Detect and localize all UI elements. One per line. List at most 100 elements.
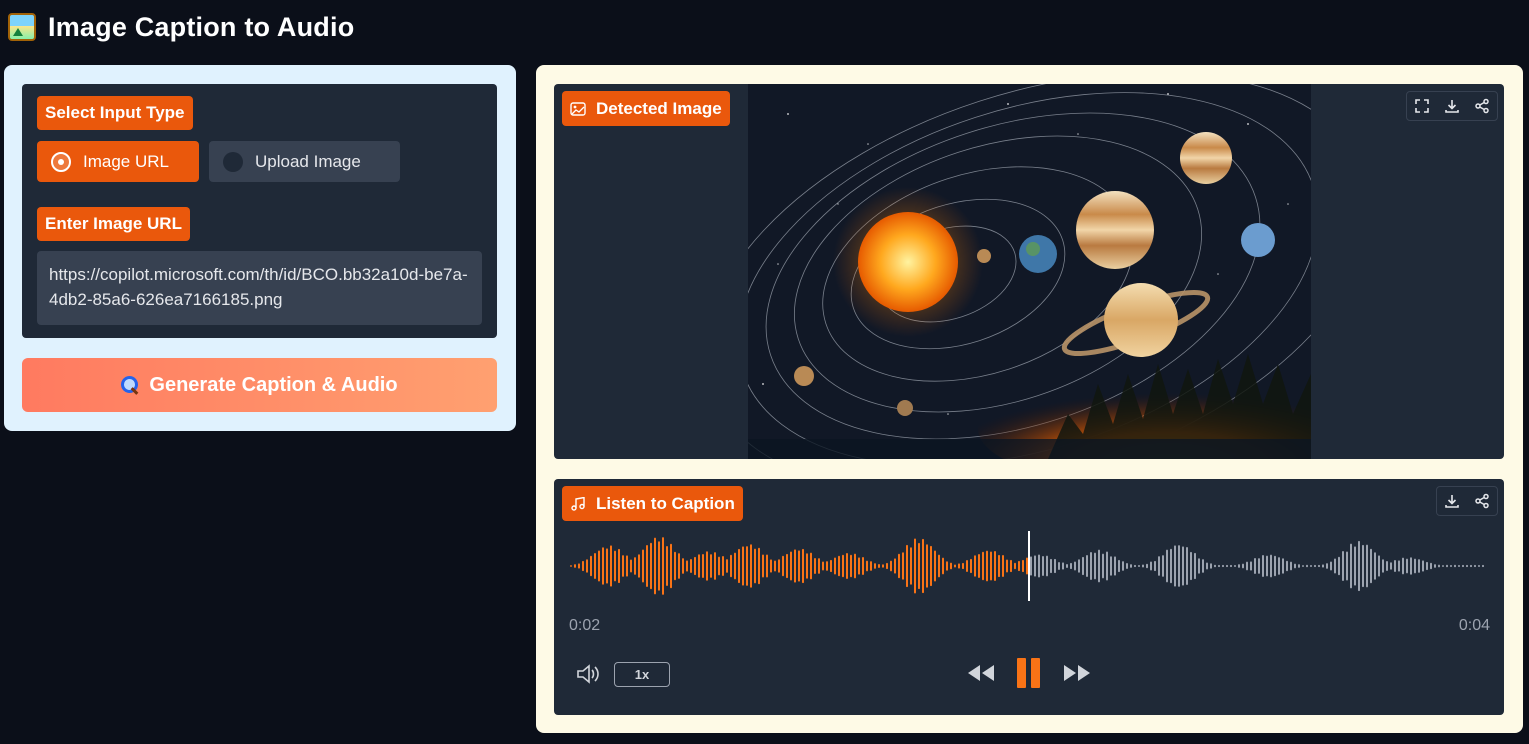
- waveform-bar: [662, 537, 664, 595]
- waveform-bar: [1446, 564, 1448, 568]
- waveform-bar: [954, 564, 956, 568]
- waveform-bar: [1478, 564, 1480, 568]
- waveform-bar: [1150, 561, 1152, 571]
- waveform-bar: [1210, 563, 1212, 569]
- waveform-bar: [610, 545, 612, 587]
- waveform-bar: [1050, 558, 1052, 574]
- waveform-bar: [930, 545, 932, 587]
- waveform-bar: [1270, 554, 1272, 578]
- waveform-bar: [714, 552, 716, 580]
- waveform-bar: [786, 553, 788, 579]
- radio-upload-image[interactable]: Upload Image: [209, 141, 400, 182]
- waveform-bar: [702, 554, 704, 578]
- waveform-bar: [1010, 559, 1012, 573]
- waveform-bar: [726, 559, 728, 573]
- waveform-bar: [1018, 560, 1020, 572]
- waveform-bar: [838, 555, 840, 577]
- fast-forward-icon[interactable]: [1062, 661, 1092, 690]
- waveform-bar: [1306, 564, 1308, 568]
- waveform-bar: [742, 546, 744, 586]
- waveform-bar: [1438, 564, 1440, 568]
- waveform-bar: [586, 559, 588, 573]
- waveform-bar: [1202, 559, 1204, 573]
- waveform-bar: [682, 558, 684, 574]
- waveform-bar: [1046, 555, 1048, 577]
- waveform-bar: [1330, 561, 1332, 571]
- waveform-bar: [962, 562, 964, 570]
- waveform-bar: [1274, 555, 1276, 577]
- waveform-bar: [802, 548, 804, 584]
- generate-caption-audio-button[interactable]: Generate Caption & Audio: [22, 358, 497, 412]
- waveform-bar: [1146, 563, 1148, 569]
- waveform-bar: [902, 552, 904, 580]
- playback-speed-button[interactable]: 1x: [614, 662, 670, 687]
- waveform-bar: [1134, 564, 1136, 568]
- waveform-bar: [666, 546, 668, 586]
- audio-waveform[interactable]: [568, 531, 1488, 601]
- waveform-bar: [810, 552, 812, 580]
- waveform-bar: [766, 554, 768, 578]
- pause-icon[interactable]: [1016, 657, 1042, 694]
- waveform-bar: [1178, 545, 1180, 587]
- waveform-bar: [678, 553, 680, 579]
- waveform-bar: [1234, 564, 1236, 568]
- waveform-bar: [762, 554, 764, 578]
- waveform-bar: [1226, 564, 1228, 568]
- waveform-bar: [1014, 562, 1016, 570]
- waveform-bar: [1198, 558, 1200, 574]
- waveform-bar: [738, 548, 740, 584]
- share-icon[interactable]: [1467, 92, 1497, 120]
- detected-image-label: Detected Image: [562, 91, 730, 126]
- waveform-bar: [1194, 552, 1196, 580]
- waveform-bar: [1022, 559, 1024, 573]
- waveform-bar: [986, 550, 988, 582]
- waveform-bar: [1386, 561, 1388, 571]
- waveform-bar: [1470, 564, 1472, 568]
- waveform-bar: [582, 560, 584, 572]
- waveform-bar: [942, 557, 944, 575]
- waveform-bar: [1182, 546, 1184, 586]
- waveform-bar: [778, 559, 780, 573]
- waveform-bar: [998, 554, 1000, 578]
- rewind-icon[interactable]: [966, 661, 996, 690]
- download-icon[interactable]: [1437, 92, 1467, 120]
- waveform-bar: [1086, 555, 1088, 577]
- audio-player-card: Listen to Caption 0:02 0:04 1x: [554, 479, 1504, 715]
- image-url-input[interactable]: https://copilot.microsoft.com/th/id/BCO.…: [37, 251, 482, 325]
- waveform-bar: [674, 551, 676, 581]
- share-icon[interactable]: [1467, 487, 1497, 515]
- waveform-bar: [1142, 564, 1144, 568]
- waveform-bar: [642, 549, 644, 583]
- audio-toolbar: [1436, 486, 1498, 516]
- radio-image-url[interactable]: Image URL: [37, 141, 199, 182]
- waveform-bar: [1282, 558, 1284, 574]
- listen-caption-label: Listen to Caption: [562, 486, 743, 521]
- waveform-bar: [1066, 564, 1068, 568]
- download-icon[interactable]: [1437, 487, 1467, 515]
- waveform-bar: [898, 553, 900, 579]
- detected-image-title: Detected Image: [596, 98, 722, 118]
- waveform-bar: [718, 556, 720, 576]
- waveform-bar: [1206, 562, 1208, 570]
- waveform-bar: [654, 537, 656, 595]
- waveform-bar: [970, 558, 972, 574]
- waveform-bar: [890, 560, 892, 572]
- waveform-bar: [1362, 544, 1364, 588]
- waveform-bar: [1346, 551, 1348, 581]
- radio-selected-icon: [51, 151, 71, 172]
- volume-icon[interactable]: [576, 663, 602, 690]
- waveform-bar: [1430, 562, 1432, 570]
- waveform-bar: [1318, 564, 1320, 568]
- waveform-bar: [1062, 562, 1064, 570]
- waveform-bar: [1338, 556, 1340, 576]
- waveform-bar: [734, 552, 736, 580]
- waveform-bar: [874, 563, 876, 569]
- waveform-bar: [650, 542, 652, 590]
- fullscreen-icon[interactable]: [1407, 92, 1437, 120]
- waveform-bar: [1294, 563, 1296, 569]
- playhead-cursor[interactable]: [1028, 531, 1030, 601]
- waveform-bar: [950, 562, 952, 570]
- waveform-bar: [1382, 559, 1384, 573]
- waveform-bar: [1222, 564, 1224, 568]
- waveform-bar: [830, 559, 832, 573]
